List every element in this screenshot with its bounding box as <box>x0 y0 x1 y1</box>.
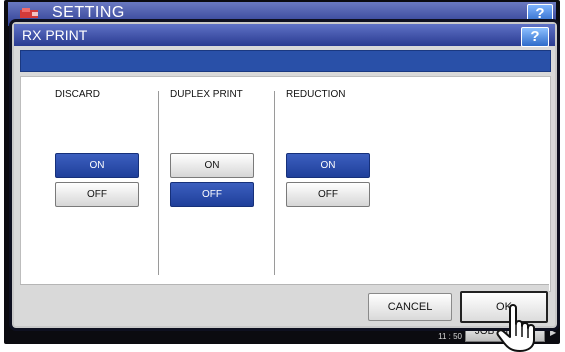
reduction-on-button[interactable]: ON <box>286 153 370 178</box>
dialog-footer: CANCEL OK <box>20 284 549 323</box>
rx-print-dialog: RX PRINT ? DISCARD ON OFF DUPLEX PRINT O… <box>12 22 557 328</box>
discard-label: DISCARD <box>55 89 101 100</box>
duplex-print-off-button[interactable]: OFF <box>170 182 254 207</box>
footer-divider <box>20 284 549 285</box>
discard-on-button[interactable]: ON <box>55 153 139 178</box>
hand-pointer-icon <box>496 304 535 352</box>
dialog-help-button[interactable]: ? <box>521 27 549 47</box>
reduction-off-button[interactable]: OFF <box>286 182 370 207</box>
discard-off-button[interactable]: OFF <box>55 182 139 207</box>
dialog-title: RX PRINT <box>22 27 88 43</box>
cancel-button[interactable]: CANCEL <box>368 293 452 321</box>
device-logo-icon <box>20 8 38 18</box>
dialog-title-bar: RX PRINT ? <box>14 24 555 47</box>
duplex-print-on-button[interactable]: ON <box>170 153 254 178</box>
dialog-info-band <box>20 50 551 72</box>
column-divider <box>274 91 275 275</box>
reduction-label: REDUCTION <box>286 89 346 100</box>
setting-title: SETTING <box>52 4 125 21</box>
setting-help-button[interactable]: ? <box>527 4 553 24</box>
options-panel: DISCARD ON OFF DUPLEX PRINT ON OFF REDUC… <box>20 76 551 292</box>
clock-time: 11 : 50 <box>438 332 462 341</box>
column-divider <box>158 91 159 275</box>
duplex-print-label: DUPLEX PRINT <box>170 89 243 100</box>
